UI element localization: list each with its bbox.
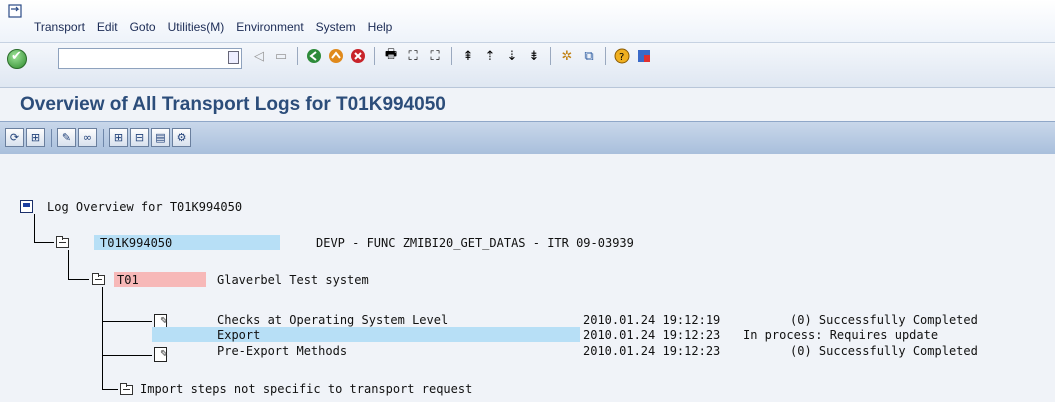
menu-transport[interactable]: Transport xyxy=(28,20,91,34)
request-description: DEVP - FUNC ZMIBI20_GET_DATAS - ITR 09-0… xyxy=(316,236,634,250)
page-title: Overview of All Transport Logs for T01K9… xyxy=(20,94,446,115)
import-steps-label[interactable]: Import steps not specific to transport r… xyxy=(140,382,472,396)
separator xyxy=(103,128,104,147)
tree-connector xyxy=(68,250,69,279)
separator xyxy=(550,47,551,65)
display-log-icon[interactable]: ✎ xyxy=(57,128,76,147)
first-page-icon[interactable]: ⇞ xyxy=(459,47,477,65)
legend-icon[interactable]: ▤ xyxy=(151,128,170,147)
log-overview-icon xyxy=(20,200,33,213)
request-id[interactable]: T01K994050 xyxy=(100,236,172,250)
find-icon[interactable]: ⛶ xyxy=(404,47,422,65)
back-icon[interactable] xyxy=(305,47,323,65)
folder-icon[interactable] xyxy=(56,236,69,248)
tree-connector xyxy=(34,242,54,243)
app-toolbar-icons: ⟳ ⊞ ✎ ∞ ⊞ ⊟ ▤ ⚙ xyxy=(5,128,193,147)
step-status: (0) Successfully Completed xyxy=(790,313,978,327)
separator xyxy=(51,128,52,147)
menu-bar: Transport Edit Goto Utilities(M) Environ… xyxy=(0,0,1055,43)
collapse-subtree-icon[interactable]: ⊟ xyxy=(130,128,149,147)
toolbar-icons: ◁ ▭ 🖶 ⛶ ⛶ ⇞ ⇡ ⇣ ⇟ ✲ ⧉ ? xyxy=(250,47,657,65)
cancel-icon[interactable] xyxy=(349,47,367,65)
standard-toolbar: ◁ ▭ 🖶 ⛶ ⛶ ⇞ ⇡ ⇣ ⇟ ✲ ⧉ ? xyxy=(0,43,1055,88)
new-session-icon[interactable]: ✲ xyxy=(558,47,576,65)
tree-connector xyxy=(102,321,152,322)
tree-connector xyxy=(102,287,103,389)
menu-edit[interactable]: Edit xyxy=(91,20,124,34)
system-id[interactable]: T01 xyxy=(117,273,139,287)
step-status: (0) Successfully Completed xyxy=(790,344,978,358)
separator xyxy=(374,47,375,65)
tree-connector xyxy=(102,355,152,356)
folder-icon[interactable] xyxy=(92,273,105,285)
settings-icon[interactable]: ⚙ xyxy=(172,128,191,147)
menu-system[interactable]: System xyxy=(310,20,362,34)
help-icon[interactable]: ? xyxy=(613,47,631,65)
step-name[interactable]: Export xyxy=(217,328,260,342)
system-name: Glaverbel Test system xyxy=(217,273,369,287)
command-field[interactable] xyxy=(58,48,242,69)
last-page-icon[interactable]: ⇟ xyxy=(525,47,543,65)
menu-goto[interactable]: Goto xyxy=(124,20,162,34)
step-datetime: 2010.01.24 19:12:23 xyxy=(583,328,721,342)
tree-connector xyxy=(34,214,35,242)
separator xyxy=(605,47,606,65)
previous-page-icon[interactable]: ⇡ xyxy=(481,47,499,65)
customize-icon[interactable] xyxy=(635,47,653,65)
refresh-icon[interactable]: ⟳ xyxy=(5,128,24,147)
expand-subtree-icon[interactable]: ⊞ xyxy=(109,128,128,147)
shortcut-icon[interactable]: ⧉ xyxy=(580,47,598,65)
svg-text:?: ? xyxy=(619,52,624,63)
title-bar: Overview of All Transport Logs for T01K9… xyxy=(0,88,1055,120)
log-document-icon[interactable] xyxy=(154,347,168,362)
application-toolbar: ⟳ ⊞ ✎ ∞ ⊞ ⊟ ▤ ⚙ xyxy=(0,121,1055,155)
separator xyxy=(297,47,298,65)
menu-environment[interactable]: Environment xyxy=(230,20,309,34)
tree-root-label[interactable]: Log Overview for T01K994050 xyxy=(47,200,242,214)
step-datetime: 2010.01.24 19:12:19 xyxy=(583,313,721,327)
menu-help[interactable]: Help xyxy=(362,20,399,34)
tree-connector xyxy=(102,389,118,390)
menu-utilities[interactable]: Utilities(M) xyxy=(162,20,231,34)
step-status: In process: Requires update xyxy=(743,328,939,342)
next-page-icon[interactable]: ⇣ xyxy=(503,47,521,65)
print-icon[interactable]: 🖶 xyxy=(382,47,400,65)
menu: Transport Edit Goto Utilities(M) Environ… xyxy=(28,20,398,34)
step-name[interactable]: Pre-Export Methods xyxy=(217,344,347,358)
exit-icon[interactable] xyxy=(327,47,345,65)
find-next-icon[interactable]: ⛶ xyxy=(426,47,444,65)
save-icon[interactable]: ▭ xyxy=(272,47,290,65)
choose-icon[interactable]: ∞ xyxy=(78,128,97,147)
tree-connector xyxy=(68,279,89,280)
folder-icon[interactable] xyxy=(120,383,133,395)
separator xyxy=(451,47,452,65)
log-tree: Log Overview for T01K994050 T01K994050 D… xyxy=(0,154,1055,402)
step-name[interactable]: Checks at Operating System Level xyxy=(217,313,448,327)
step-datetime: 2010.01.24 19:12:23 xyxy=(583,344,721,358)
system-menu-icon[interactable] xyxy=(8,4,22,18)
expand-all-icon[interactable]: ⊞ xyxy=(26,128,45,147)
scroll-left-icon[interactable]: ◁ xyxy=(250,47,268,65)
enter-icon[interactable] xyxy=(7,49,27,69)
command-history-icon[interactable] xyxy=(228,51,239,64)
